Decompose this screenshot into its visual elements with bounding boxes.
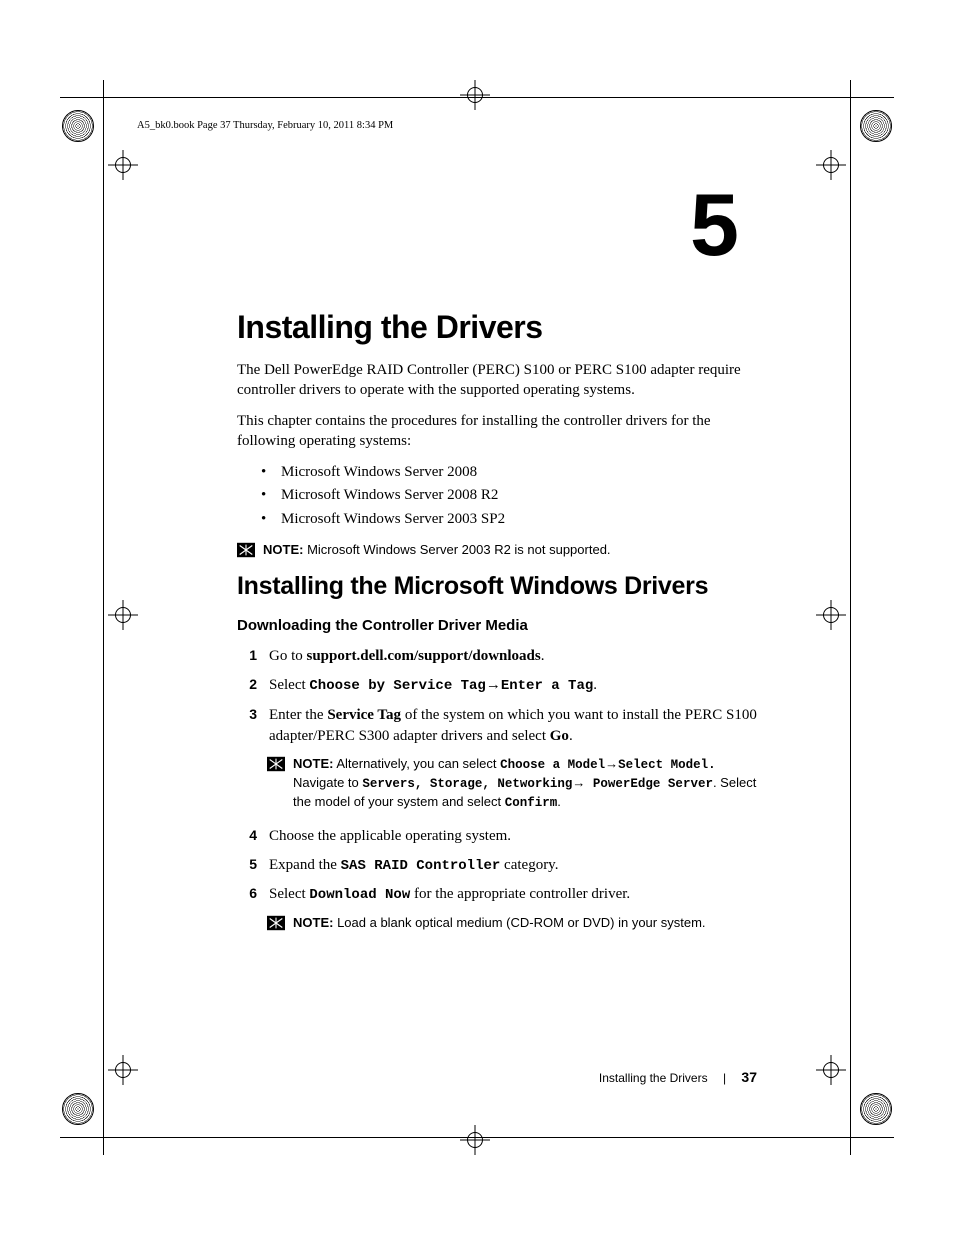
reg-mark-crosshair	[816, 1055, 846, 1085]
os-bullet-list: •Microsoft Windows Server 2008 •Microsof…	[237, 461, 757, 531]
step-3: 3 Enter the Service Tag of the system on…	[237, 705, 757, 747]
bullet-text: Microsoft Windows Server 2008	[281, 461, 477, 484]
reg-mark-crosshair-bottom	[460, 1125, 490, 1155]
reg-mark-crosshair	[108, 1055, 138, 1085]
reg-mark-crosshair	[108, 150, 138, 180]
page-number: 37	[741, 1069, 757, 1085]
running-head: A5_bk0.book Page 37 Thursday, February 1…	[137, 120, 757, 131]
note-load-medium: NOTE: Load a blank optical medium (CD-RO…	[267, 914, 757, 932]
reg-mark-crosshair	[108, 600, 138, 630]
note-icon	[267, 915, 285, 931]
reg-mark-rosette-tl	[62, 110, 94, 142]
page-content: A5_bk0.book Page 37 Thursday, February 1…	[237, 120, 757, 945]
note-icon	[237, 542, 255, 558]
note-not-supported: NOTE: Microsoft Windows Server 2003 R2 i…	[237, 541, 757, 559]
trim-line-right	[850, 80, 851, 1155]
step-4: 4 Choose the applicable operating system…	[237, 826, 757, 847]
footer-title: Installing the Drivers	[599, 1071, 708, 1085]
step-5: 5 Expand the SAS RAID Controller categor…	[237, 855, 757, 877]
list-item: •Microsoft Windows Server 2008 R2	[257, 484, 757, 507]
reg-mark-rosette-br	[860, 1093, 892, 1125]
reg-mark-crosshair-top	[460, 80, 490, 110]
note-icon	[267, 756, 285, 772]
chapter-title: Installing the Drivers	[237, 309, 757, 346]
step-1: 1 Go to support.dell.com/support/downloa…	[237, 646, 757, 667]
reg-mark-crosshair	[816, 600, 846, 630]
reg-mark-rosette-bl	[62, 1093, 94, 1125]
reg-mark-rosette-tr	[860, 110, 892, 142]
step-6: 6 Select Download Now for the appropriat…	[237, 884, 757, 906]
bullet-text: Microsoft Windows Server 2008 R2	[281, 484, 498, 507]
note-text: NOTE: Alternatively, you can select Choo…	[293, 755, 757, 812]
bullet-text: Microsoft Windows Server 2003 SP2	[281, 508, 505, 531]
intro-paragraph-1: The Dell PowerEdge RAID Controller (PERC…	[237, 360, 757, 401]
page-footer: Installing the Drivers | 37	[237, 1069, 757, 1085]
list-item: •Microsoft Windows Server 2008	[257, 461, 757, 484]
footer-sep: |	[723, 1071, 726, 1085]
section-heading: Installing the Microsoft Windows Drivers	[237, 572, 757, 601]
list-item: •Microsoft Windows Server 2003 SP2	[257, 508, 757, 531]
reg-mark-crosshair	[816, 150, 846, 180]
trim-line-left	[103, 80, 104, 1155]
intro-paragraph-2: This chapter contains the procedures for…	[237, 411, 757, 452]
subsection-heading: Downloading the Controller Driver Media	[237, 617, 757, 634]
chapter-number: 5	[237, 181, 737, 269]
note-text: NOTE: Microsoft Windows Server 2003 R2 i…	[263, 541, 611, 559]
note-text: NOTE: Load a blank optical medium (CD-RO…	[293, 914, 706, 932]
step-2: 2 Select Choose by Service Tag→Enter a T…	[237, 675, 757, 697]
note-alternatively: NOTE: Alternatively, you can select Choo…	[267, 755, 757, 812]
